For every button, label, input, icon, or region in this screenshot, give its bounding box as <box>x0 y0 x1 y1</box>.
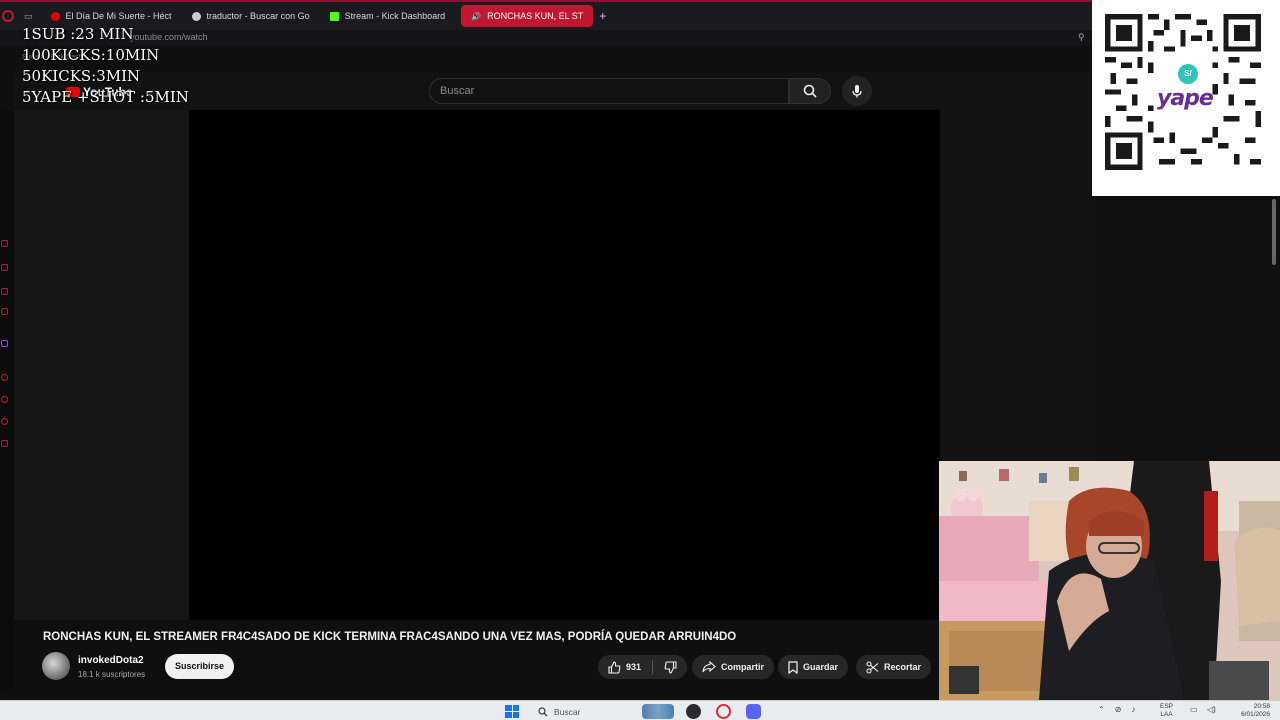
webcam-feed <box>939 461 1280 700</box>
search-button[interactable] <box>789 78 831 104</box>
like-button[interactable]: 931 <box>608 660 642 674</box>
taskbar-search[interactable]: Buscar <box>532 704 642 719</box>
channel-name[interactable]: invokedDota2 <box>78 655 144 666</box>
video-player[interactable] <box>189 110 940 620</box>
tab-kick-dashboard[interactable]: Stream - Kick Dashboard <box>320 5 456 27</box>
guide-panel <box>14 110 189 620</box>
scrollbar-thumb[interactable] <box>1272 199 1276 265</box>
video-title: RONCHAS KUN, EL STREAMER FR4C4SADO DE KI… <box>43 631 737 643</box>
scissors-icon <box>866 660 879 674</box>
windows-start-button[interactable] <box>505 705 519 718</box>
bookmark-icon <box>788 660 798 674</box>
subscriber-count: 18.1 k suscriptores <box>78 670 146 679</box>
sidebar-app-icon[interactable] <box>1 264 8 271</box>
twitch-icon[interactable] <box>1 340 8 347</box>
sidebar-app-icon[interactable] <box>1 418 8 425</box>
tab-traductor[interactable]: traductor - Buscar con Go <box>182 5 320 27</box>
browser-sidebar <box>0 110 14 690</box>
pin-icon[interactable]: ⚲ <box>1078 32 1085 43</box>
overlay-line: 100KICKS:10MIN <box>22 46 160 64</box>
new-tab-button[interactable]: + <box>599 9 606 23</box>
sidebar-app-icon[interactable] <box>1 396 8 403</box>
overlay-line: 50KICKS:3MIN <box>22 67 141 85</box>
system-tray: ⌃ ⊘ ♪ <box>1098 705 1135 714</box>
taskbar-widget-icon[interactable] <box>642 704 674 719</box>
divider <box>652 660 654 674</box>
sidebar-app-icon[interactable] <box>1 374 8 381</box>
overlay-line: 5YAPE +SHOT :5MIN <box>22 88 189 106</box>
browser-tab-bar: ▭ El Día De Mi Suerte - Héct traductor -… <box>0 0 1280 30</box>
search-icon <box>538 706 548 716</box>
language-indicator[interactable]: ESP LAA <box>1160 703 1173 719</box>
network-off-icon[interactable]: ⊘ <box>1115 705 1122 714</box>
opera-icon[interactable] <box>2 10 14 22</box>
search-input[interactable]: Buscar <box>429 78 789 104</box>
youtube-icon <box>50 11 60 21</box>
sidebar-app-icon[interactable] <box>1 288 8 295</box>
microphone-icon[interactable]: ♪ <box>1131 705 1135 714</box>
thumbs-up-icon <box>608 660 621 674</box>
overlay-line: 1SUB :23 MIN <box>22 25 134 43</box>
speaker-icon: 🔊 <box>471 11 482 21</box>
discord-icon[interactable] <box>746 704 761 719</box>
yape-currency-badge: S/ <box>1178 64 1198 84</box>
obs-icon[interactable] <box>686 704 701 719</box>
webcam-image <box>939 461 1280 700</box>
share-button[interactable]: Compartir <box>692 655 775 679</box>
sidebar-app-icon[interactable] <box>1 240 8 247</box>
taskbar-clock[interactable]: 20:58 6/01/2026 <box>1226 703 1270 719</box>
kick-icon <box>329 11 339 21</box>
dislike-button[interactable] <box>664 660 677 674</box>
windows-taskbar: Buscar ⌃ ⊘ ♪ ESP LAA ▭ ◁) 20:58 6/01/202… <box>0 700 1280 720</box>
share-icon <box>702 661 716 673</box>
tab-overview-icon[interactable]: ▭ <box>24 11 33 22</box>
clip-button[interactable]: Recortar <box>856 655 932 679</box>
recommendations-panel <box>940 110 1096 461</box>
subscribe-button[interactable]: Suscribirse <box>165 654 234 679</box>
save-button[interactable]: Guardar <box>778 655 849 679</box>
scroll-area <box>1096 195 1280 461</box>
microphone-icon <box>852 85 862 98</box>
yape-logo: yape <box>1157 86 1214 111</box>
chevron-up-icon[interactable]: ⌃ <box>1098 705 1105 714</box>
tab-ronchas-kun[interactable]: 🔊 RONCHAS KUN, EL ST <box>461 5 594 27</box>
like-dislike-group: 931 <box>598 655 688 679</box>
thumbs-down-icon <box>664 660 677 674</box>
search-icon <box>803 84 817 98</box>
speaker-icon[interactable]: ◁) <box>1207 705 1216 714</box>
like-count: 931 <box>626 662 642 672</box>
voice-search-button[interactable] <box>842 76 872 106</box>
opera-icon[interactable] <box>716 704 731 719</box>
sidebar-app-icon[interactable] <box>1 308 8 315</box>
google-icon <box>191 11 201 21</box>
channel-avatar[interactable] <box>42 652 70 680</box>
settings-icon[interactable] <box>1 440 8 447</box>
stream-overlay-text: 1SUB :23 MIN 100KICKS:10MIN 50KICKS:3MIN… <box>22 24 189 108</box>
monitor-icon[interactable]: ▭ <box>1190 705 1198 714</box>
screen: ▭ El Día De Mi Suerte - Héct traductor -… <box>0 0 1280 720</box>
